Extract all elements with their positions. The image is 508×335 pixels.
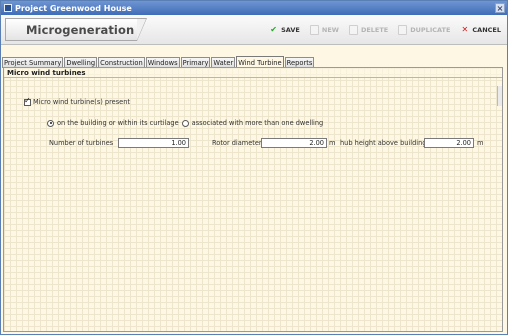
wind-turbine-panel: Micro wind turbines Micro wind turbine(s… (3, 67, 503, 332)
rotor-unit: m (329, 139, 336, 147)
new-document-icon (309, 25, 319, 35)
radio-multiple-dwellings-label: associated with more than one dwelling (191, 119, 324, 127)
radio-on-building-label: on the building or within its curtilage (57, 119, 179, 127)
action-toolbar: ✔ SAVE NEW DELETE DUPLICATE ✕ CANCEL (269, 24, 501, 36)
close-icon[interactable]: × (495, 3, 505, 13)
radio-on-building[interactable] (47, 119, 54, 127)
radio-multiple-dwellings[interactable] (181, 119, 189, 127)
hub-unit: m (477, 139, 484, 147)
save-button[interactable]: ✔ SAVE (269, 25, 300, 35)
new-label: NEW (321, 26, 339, 34)
turbine-present-checkbox[interactable] (24, 96, 31, 106)
new-button[interactable]: NEW (309, 25, 339, 35)
module-title: Microgeneration (26, 23, 135, 37)
rotor-diameter-label: Rotor diameter (212, 139, 262, 147)
module-header: Microgeneration ✔ SAVE NEW DELETE DUPLIC… (1, 15, 507, 45)
delete-label: DELETE (360, 26, 389, 34)
scrollbar[interactable] (497, 86, 502, 106)
duplicate-label: DUPLICATE (410, 26, 451, 34)
module-tab: Microgeneration (5, 18, 147, 41)
checkmark-icon: ✔ (270, 25, 277, 34)
turbine-present-row: Micro wind turbine(s) present (24, 96, 130, 106)
location-radio-group: on the building or within its curtilage … (47, 119, 323, 127)
delete-document-icon (348, 25, 358, 35)
turbines-input[interactable]: 1.00 (118, 138, 189, 148)
save-label: SAVE (281, 26, 300, 34)
cancel-label: CANCEL (472, 26, 501, 34)
turbines-label: Number of turbines (49, 139, 114, 147)
section-title: Micro wind turbines (4, 68, 502, 78)
hub-height-input[interactable]: 2.00 (424, 138, 474, 148)
duplicate-document-icon (398, 25, 408, 35)
title-bar: Project Greenwood House × (1, 1, 507, 15)
hub-height-label: hub height above building (340, 139, 427, 147)
delete-button[interactable]: DELETE (348, 25, 389, 35)
rotor-diameter-input[interactable]: 2.00 (261, 138, 327, 148)
duplicate-button[interactable]: DUPLICATE (398, 25, 450, 35)
window-title: Project Greenwood House (15, 3, 132, 13)
app-window: Project Greenwood House × Microgeneratio… (0, 0, 508, 335)
cross-icon: ✕ (461, 25, 469, 34)
app-icon (4, 4, 12, 12)
cancel-button[interactable]: ✕ CANCEL (460, 25, 501, 35)
turbine-present-label: Micro wind turbine(s) present (33, 98, 130, 106)
